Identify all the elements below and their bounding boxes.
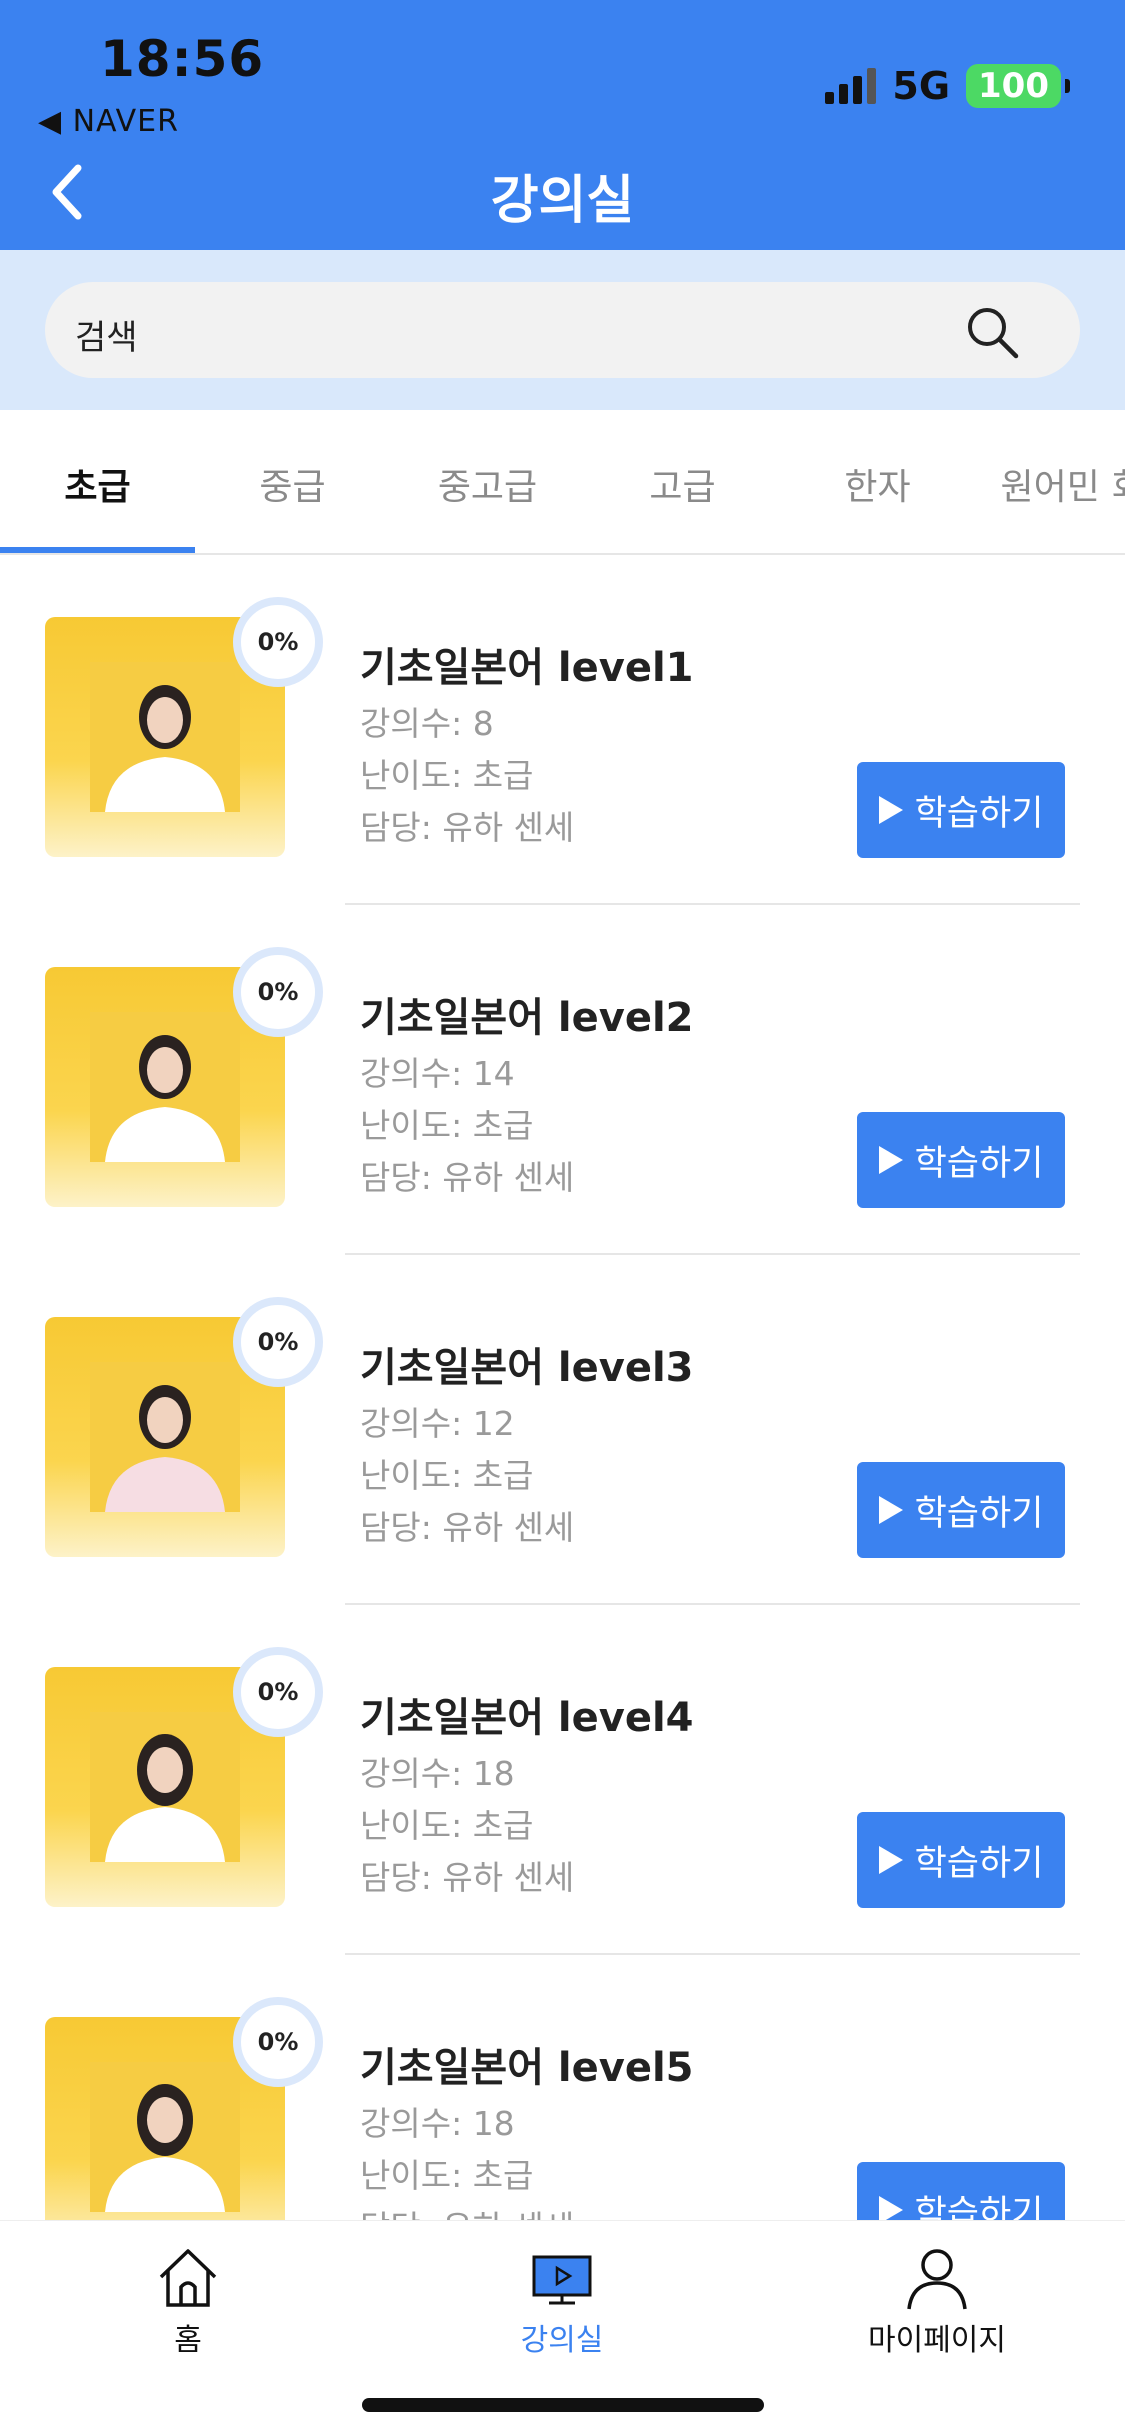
course-item[interactable]: 0% 기초일본어 level5 강의수: 18 난이도: 초급 담당: 유하 센…: [0, 1955, 1125, 2220]
course-title[interactable]: 기초일본어 level1: [360, 635, 694, 693]
progress-badge: 0%: [233, 947, 323, 1037]
active-tab-indicator: [0, 547, 195, 553]
instructor: 담당: 유하 센세: [360, 808, 575, 847]
nav-mypage-label: 마이페이지: [868, 2323, 1006, 2358]
tab-native-conversation[interactable]: 원어민 회: [975, 458, 1125, 510]
instructor-photo: [105, 1035, 225, 1162]
progress-badge: 0%: [233, 597, 323, 687]
home-indicator: [362, 2398, 764, 2412]
search-section: 검색: [0, 250, 1125, 410]
play-icon: [878, 796, 903, 824]
status-time: 18:56: [100, 30, 265, 88]
home-icon: [159, 2249, 217, 2307]
lecture-count: 강의수: 18: [360, 1754, 515, 1793]
profile-icon: [907, 2249, 967, 2310]
header-bar: 18:56 ◀ NAVER 5G 100 강의실: [0, 0, 1125, 250]
course-title[interactable]: 기초일본어 level3: [360, 1335, 694, 1393]
study-button-label: 학습하기: [914, 1143, 1044, 1184]
course-item[interactable]: 0% 기초일본어 level4 강의수: 18 난이도: 초급 담당: 유하 센…: [0, 1605, 1125, 1955]
play-icon: [878, 1146, 903, 1174]
network-type: 5G: [892, 64, 951, 108]
search-placeholder: 검색: [75, 318, 138, 358]
instructor: 담당: 유하 센세: [360, 1508, 575, 1547]
lecture-count: 강의수: 12: [360, 1404, 515, 1443]
tab-kanji[interactable]: 한자: [780, 458, 975, 510]
instructor-photo: [105, 2084, 225, 2212]
study-button[interactable]: 학습하기: [857, 2162, 1065, 2220]
course-title[interactable]: 기초일본어 level2: [360, 985, 694, 1043]
study-button[interactable]: 학습하기: [857, 1112, 1065, 1208]
difficulty: 난이도: 초급: [360, 1456, 534, 1495]
course-title[interactable]: 기초일본어 level4: [360, 1685, 694, 1743]
course-title[interactable]: 기초일본어 level5: [360, 2035, 694, 2093]
lecture-count: 강의수: 8: [360, 704, 494, 743]
nav-home[interactable]: 홈: [88, 2245, 288, 2359]
signal-icon: [825, 68, 877, 104]
nav-mypage[interactable]: 마이페이지: [837, 2245, 1037, 2359]
difficulty: 난이도: 초급: [360, 1806, 534, 1845]
progress-badge: 0%: [233, 1997, 323, 2087]
course-list[interactable]: 0% 기초일본어 level1 강의수: 8 난이도: 초급 담당: 유하 센세…: [0, 555, 1125, 2220]
difficulty: 난이도: 초급: [360, 2156, 534, 2195]
battery-icon: [1065, 79, 1070, 93]
play-icon: [878, 1846, 903, 1874]
course-item[interactable]: 0% 기초일본어 level2 강의수: 14 난이도: 초급 담당: 유하 센…: [0, 905, 1125, 1255]
difficulty: 난이도: 초급: [360, 1106, 534, 1145]
page-title: 강의실: [490, 171, 635, 231]
status-indicators: 5G 100: [825, 64, 1070, 108]
difficulty: 난이도: 초급: [360, 756, 534, 795]
instructor-photo: [105, 1734, 225, 1862]
study-button-label: 학습하기: [914, 1493, 1044, 1534]
study-button[interactable]: 학습하기: [857, 762, 1065, 858]
battery-level: 100: [966, 64, 1061, 108]
instructor: 담당: 유하 센세: [360, 1858, 575, 1897]
return-to-app-link[interactable]: ◀ NAVER: [38, 104, 179, 139]
nav-home-label: 홈: [174, 2323, 202, 2358]
play-icon: [878, 2196, 903, 2220]
app-screen: 18:56 ◀ NAVER 5G 100 강의실 검색 초급 중급 중고급 고급…: [0, 0, 1125, 2436]
nav-classroom-label: 강의실: [520, 2323, 604, 2358]
tab-advanced[interactable]: 고급: [585, 458, 780, 510]
study-button[interactable]: 학습하기: [857, 1462, 1065, 1558]
search-icon[interactable]: [964, 304, 1020, 360]
play-icon: [878, 1496, 903, 1524]
progress-badge: 0%: [233, 1647, 323, 1737]
nav-classroom[interactable]: 강의실: [462, 2245, 662, 2359]
classroom-icon: [532, 2255, 592, 2305]
instructor: 담당: 유하 센세: [360, 2201, 574, 2220]
lecture-count: 강의수: 18: [360, 2104, 515, 2143]
instructor-photo: [105, 685, 225, 812]
progress-badge: 0%: [233, 1297, 323, 1387]
study-button-label: 학습하기: [914, 1843, 1044, 1884]
course-item[interactable]: 0% 기초일본어 level3 강의수: 12 난이도: 초급 담당: 유하 센…: [0, 1255, 1125, 1605]
level-tabs: 초급 중급 중고급 고급 한자 원어민 회: [0, 410, 1125, 555]
study-button-label: 학습하기: [914, 2193, 1044, 2221]
tab-upper-intermediate[interactable]: 중고급: [390, 458, 585, 510]
study-button[interactable]: 학습하기: [857, 1812, 1065, 1908]
course-item[interactable]: 0% 기초일본어 level1 강의수: 8 난이도: 초급 담당: 유하 센세…: [0, 555, 1125, 905]
instructor-photo: [105, 1385, 225, 1512]
instructor: 담당: 유하 센세: [360, 1158, 575, 1197]
lecture-count: 강의수: 14: [360, 1054, 515, 1093]
study-button-label: 학습하기: [914, 793, 1044, 834]
tab-beginner[interactable]: 초급: [0, 458, 195, 510]
tab-intermediate[interactable]: 중급: [195, 458, 390, 510]
search-input[interactable]: 검색: [45, 282, 1080, 378]
